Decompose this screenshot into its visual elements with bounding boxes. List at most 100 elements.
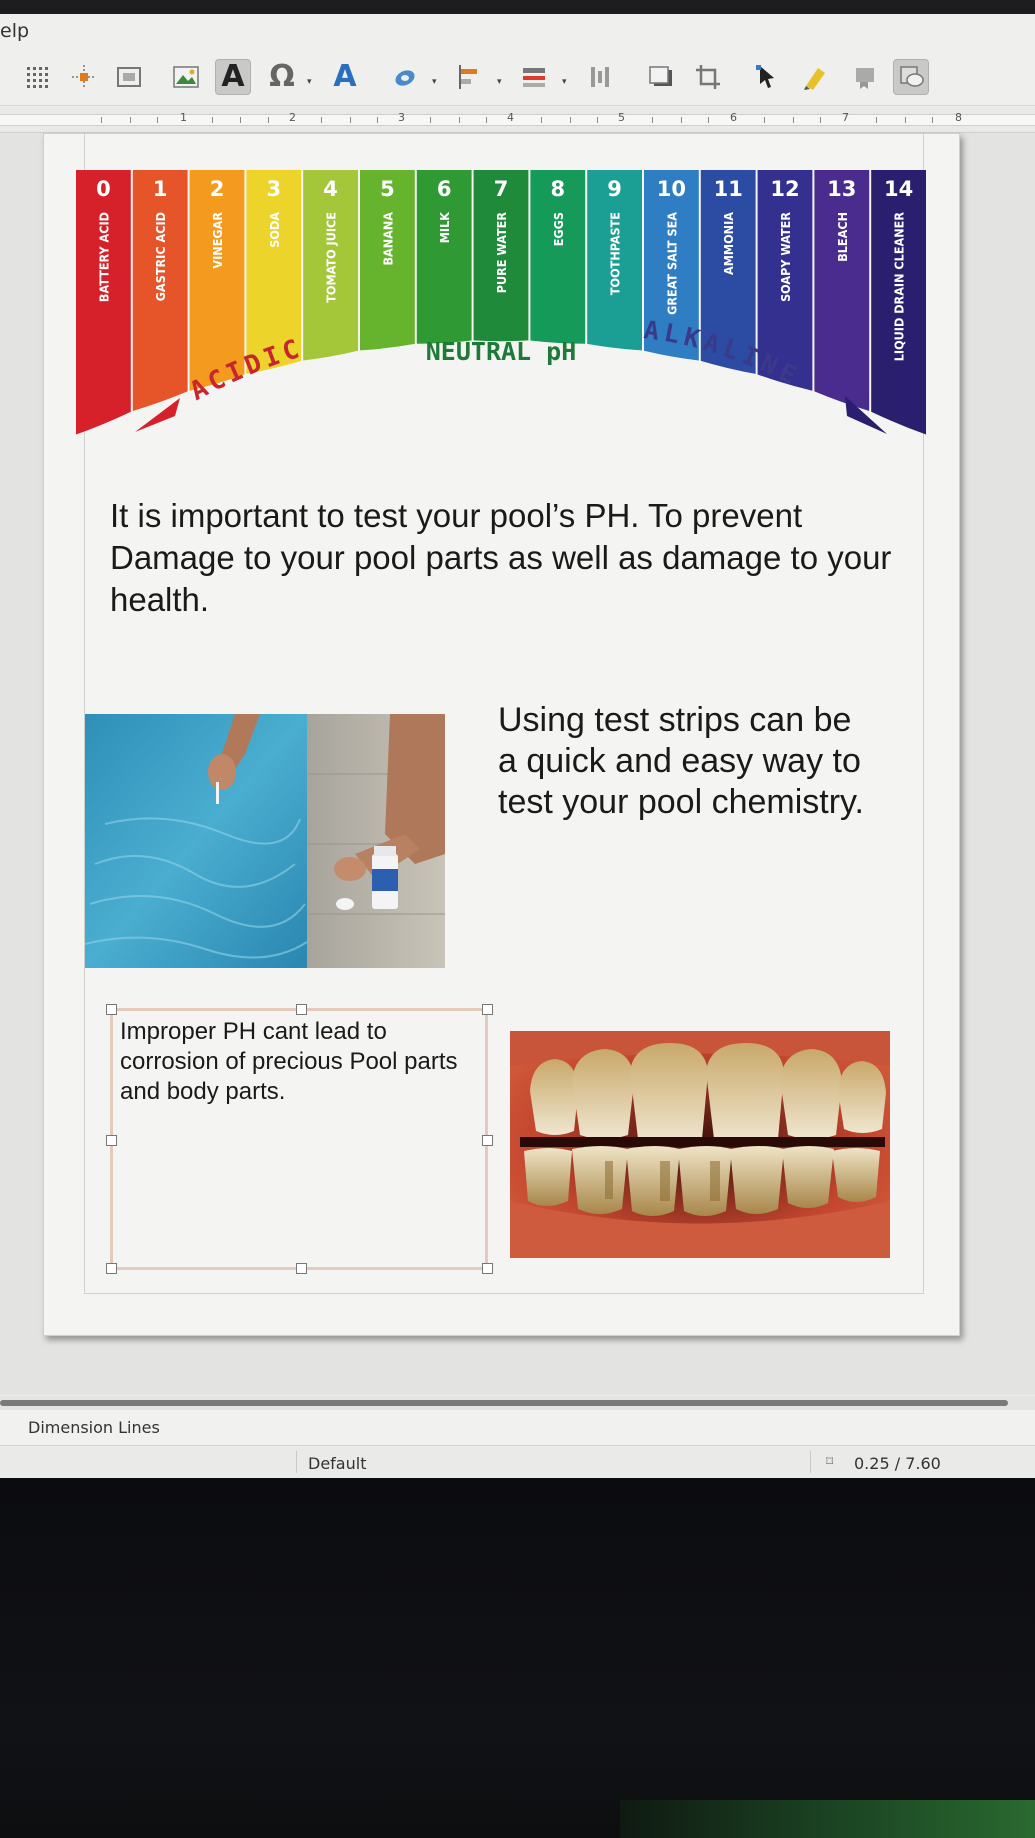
ruler-tick [430,117,431,123]
ph-substance-label: BLEACH [835,212,850,262]
desk-background [620,1800,1035,1838]
ph-value-label: 12 [770,177,799,201]
resize-handle[interactable] [482,1263,493,1274]
highlighter-icon[interactable] [797,59,833,95]
status-position: 0.25 / 7.60 [854,1454,941,1473]
status-layout[interactable]: Default [308,1454,366,1473]
fontwork-icon[interactable]: A [327,59,363,95]
ph-value-label: 13 [827,177,856,201]
resize-handle[interactable] [106,1135,117,1146]
ruler-tick [321,117,322,123]
resize-handle[interactable] [106,1263,117,1274]
ruler-tick [350,117,351,123]
app-window: elp A Ω ▾ A ▾ ▾ ▾ 1 2 3 4 5 6 7 8 0 BATT… [0,0,1035,1478]
shadow-icon[interactable] [643,59,679,95]
ph-value-label: 4 [323,177,338,201]
ruler-tick [905,117,906,123]
ph-substance-label: GREAT SALT SEA [664,212,679,315]
ruler-tick [486,117,487,123]
snap-points-icon[interactable] [111,59,147,95]
distribute-icon[interactable] [582,59,618,95]
test-strips-paragraph[interactable]: Using test strips can be a quick and eas… [498,700,878,823]
extrusion-icon[interactable] [847,59,883,95]
text-box-icon[interactable]: A [215,59,251,95]
transformations-icon[interactable] [388,59,424,95]
neutral-ph-label: NEUTRAL pH [426,337,577,366]
ph-value-label: 0 [96,177,111,201]
ph-substance-label: SODA [267,212,282,248]
ruler-track [0,114,1035,126]
ph-value-label: 6 [437,177,452,201]
insert-image-icon[interactable] [168,59,204,95]
scrollbar-thumb[interactable] [0,1400,1008,1406]
grid-icon[interactable] [20,59,56,95]
points-icon[interactable] [749,59,785,95]
eroded-teeth-photo[interactable] [510,1031,890,1258]
horizontal-scrollbar[interactable] [0,1396,1035,1410]
ruler-number: 1 [180,111,187,124]
ruler-tick [268,117,269,123]
drawing-toolbar: A Ω ▾ A ▾ ▾ ▾ [0,48,1035,106]
ph-substance-label: AMMONIA [721,212,736,275]
ph-substance-label: BATTERY ACID [96,212,111,302]
chevron-down-icon[interactable]: ▾ [497,77,502,87]
resize-handle[interactable] [482,1135,493,1146]
ph-value-label: 9 [607,177,622,201]
ph-value-label: 10 [657,177,686,201]
tab-dimension-lines[interactable]: Dimension Lines [28,1418,160,1437]
resize-handle[interactable] [482,1004,493,1015]
intro-paragraph[interactable]: It is important to test your pool’s PH. … [110,495,930,621]
ph-substance-label: LIQUID DRAIN CLEANER [892,212,907,362]
ph-value-label: 5 [380,177,395,201]
ph-substance-label: SOAPY WATER [778,212,793,302]
ruler-tick [932,117,933,123]
ph-value-label: 14 [884,177,913,201]
ph-substance-label: GASTRIC ACID [153,212,168,301]
status-bar: Default ⌑ 0.25 / 7.60 [0,1447,1035,1478]
ruler-number: 5 [618,111,625,124]
ph-band-13 [814,170,870,411]
ruler-tick [541,117,542,123]
chevron-down-icon[interactable]: ▾ [307,77,312,87]
resize-handle[interactable] [106,1004,117,1015]
ruler-tick [101,117,102,123]
ruler-number: 2 [289,111,296,124]
ruler-number: 3 [398,111,405,124]
ruler-tick [570,117,571,123]
ph-value-label: 8 [550,177,565,201]
menu-help[interactable]: elp [0,20,29,42]
ruler-tick [764,117,765,123]
crop-icon[interactable] [690,59,726,95]
monitor-bezel [0,1478,1035,1838]
menu-bar: elp [0,14,1035,48]
ruler-number: 7 [842,111,849,124]
resize-handle[interactable] [296,1004,307,1015]
ruler-tick [459,117,460,123]
ruler-tick [240,117,241,123]
special-character-icon[interactable]: Ω [264,59,300,95]
position-icon: ⌑ [826,1454,834,1470]
corrosion-paragraph[interactable]: Improper PH cant lead to corrosion of pr… [120,1017,490,1107]
horizontal-ruler[interactable]: 1 2 3 4 5 6 7 8 [0,107,1035,133]
align-objects-icon[interactable] [452,59,488,95]
resize-handle[interactable] [296,1263,307,1274]
ph-substance-label: PURE WATER [494,212,509,294]
pool-test-strip-photo[interactable] [85,714,445,968]
ph-value-label: 11 [714,177,743,201]
ruler-tick [793,117,794,123]
ph-substance-label: MILK [437,211,452,244]
toggle-extrusion-icon[interactable] [893,59,929,95]
ruler-tick [681,117,682,123]
ph-value-label: 2 [210,177,225,201]
ph-value-label: 1 [153,177,168,201]
ph-substance-label: VINEGAR [210,212,225,269]
ph-value-label: 3 [266,177,281,201]
chevron-down-icon[interactable]: ▾ [562,77,567,87]
snap-guides-icon[interactable] [66,59,102,95]
ph-substance-label: TOOTHPASTE [608,212,623,295]
ruler-tick [377,117,378,123]
ruler-number: 4 [507,111,514,124]
arrange-icon[interactable] [516,59,552,95]
ph-scale-chart: 0 BATTERY ACID 1 GASTRIC ACID 2 VINEGAR 3 SODA 4… [76,170,926,440]
chevron-down-icon[interactable]: ▾ [432,77,437,87]
